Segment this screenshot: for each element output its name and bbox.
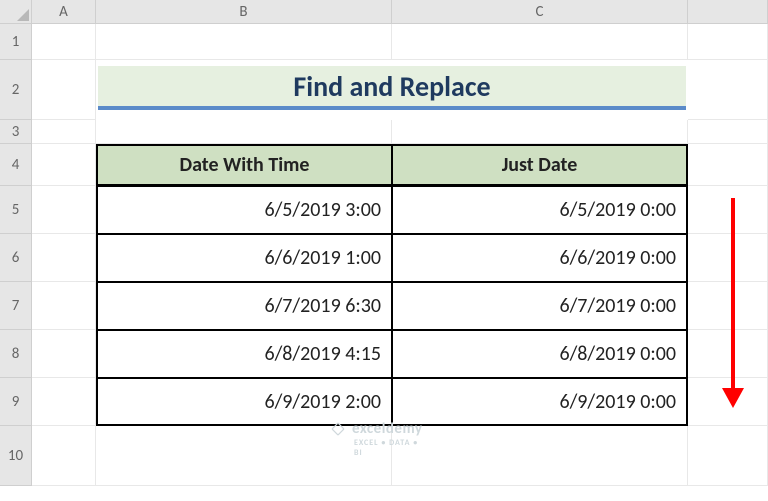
table-cell[interactable]: 6/8/2019 0:00 [392, 330, 688, 378]
table-cell[interactable]: 6/5/2019 3:00 [96, 186, 392, 234]
row-header-3[interactable]: 3 [0, 120, 32, 144]
row-header-8[interactable]: 8 [0, 330, 32, 378]
arrow-head-icon [722, 388, 744, 408]
title-banner: Find and Replace [98, 66, 686, 110]
row-header-6[interactable]: 6 [0, 234, 32, 282]
cell[interactable] [32, 186, 96, 234]
watermark: exceldemy EXCEL • DATA • BI [330, 420, 423, 438]
annotation-arrow-down [722, 198, 744, 408]
row-header-10[interactable]: 10 [0, 426, 32, 486]
cell[interactable] [688, 426, 768, 486]
table-header-just-date[interactable]: Just Date [392, 144, 688, 186]
cell[interactable] [32, 60, 96, 120]
cell[interactable] [32, 234, 96, 282]
cell[interactable] [32, 378, 96, 426]
cell[interactable] [96, 120, 392, 144]
row-header-7[interactable]: 7 [0, 282, 32, 330]
table-cell[interactable]: 6/9/2019 0:00 [392, 378, 688, 426]
row-header-1[interactable]: 1 [0, 24, 32, 60]
table-cell[interactable]: 6/6/2019 0:00 [392, 234, 688, 282]
cell[interactable] [32, 426, 96, 486]
row-header-5[interactable]: 5 [0, 186, 32, 234]
watermark-text: exceldemy [352, 420, 423, 438]
table-cell[interactable]: 6/7/2019 0:00 [392, 282, 688, 330]
cell[interactable] [32, 24, 96, 60]
spreadsheet-grid: A B C 1 2 3 4 5 6 7 8 9 10 Find and Repl… [0, 0, 768, 486]
col-header-b[interactable]: B [96, 0, 392, 24]
table-cell[interactable]: 6/5/2019 0:00 [392, 186, 688, 234]
col-header-blank[interactable] [688, 0, 768, 24]
col-header-a[interactable]: A [32, 0, 96, 24]
cell[interactable] [392, 426, 688, 486]
cell[interactable] [392, 24, 688, 60]
table-cell[interactable]: 6/6/2019 1:00 [96, 234, 392, 282]
cell[interactable] [32, 120, 96, 144]
select-all-corner[interactable] [0, 0, 32, 24]
watermark-tagline: EXCEL • DATA • BI [354, 438, 423, 458]
row-header-9[interactable]: 9 [0, 378, 32, 426]
table-cell[interactable]: 6/8/2019 4:15 [96, 330, 392, 378]
table-cell[interactable]: 6/9/2019 2:00 [96, 378, 392, 426]
watermark-logo-icon [330, 421, 346, 437]
cell[interactable] [32, 144, 96, 186]
row-header-2[interactable]: 2 [0, 60, 32, 120]
col-header-c[interactable]: C [392, 0, 688, 24]
cell[interactable] [392, 120, 688, 144]
cell[interactable] [688, 144, 768, 186]
cell[interactable] [96, 24, 392, 60]
row-header-4[interactable]: 4 [0, 144, 32, 186]
table-header-date-with-time[interactable]: Date With Time [96, 144, 392, 186]
table-cell[interactable]: 6/7/2019 6:30 [96, 282, 392, 330]
cell[interactable] [32, 330, 96, 378]
cell[interactable] [688, 24, 768, 60]
arrow-line-icon [731, 198, 735, 388]
cell[interactable] [688, 120, 768, 144]
cell[interactable] [32, 282, 96, 330]
cell[interactable] [688, 60, 768, 120]
